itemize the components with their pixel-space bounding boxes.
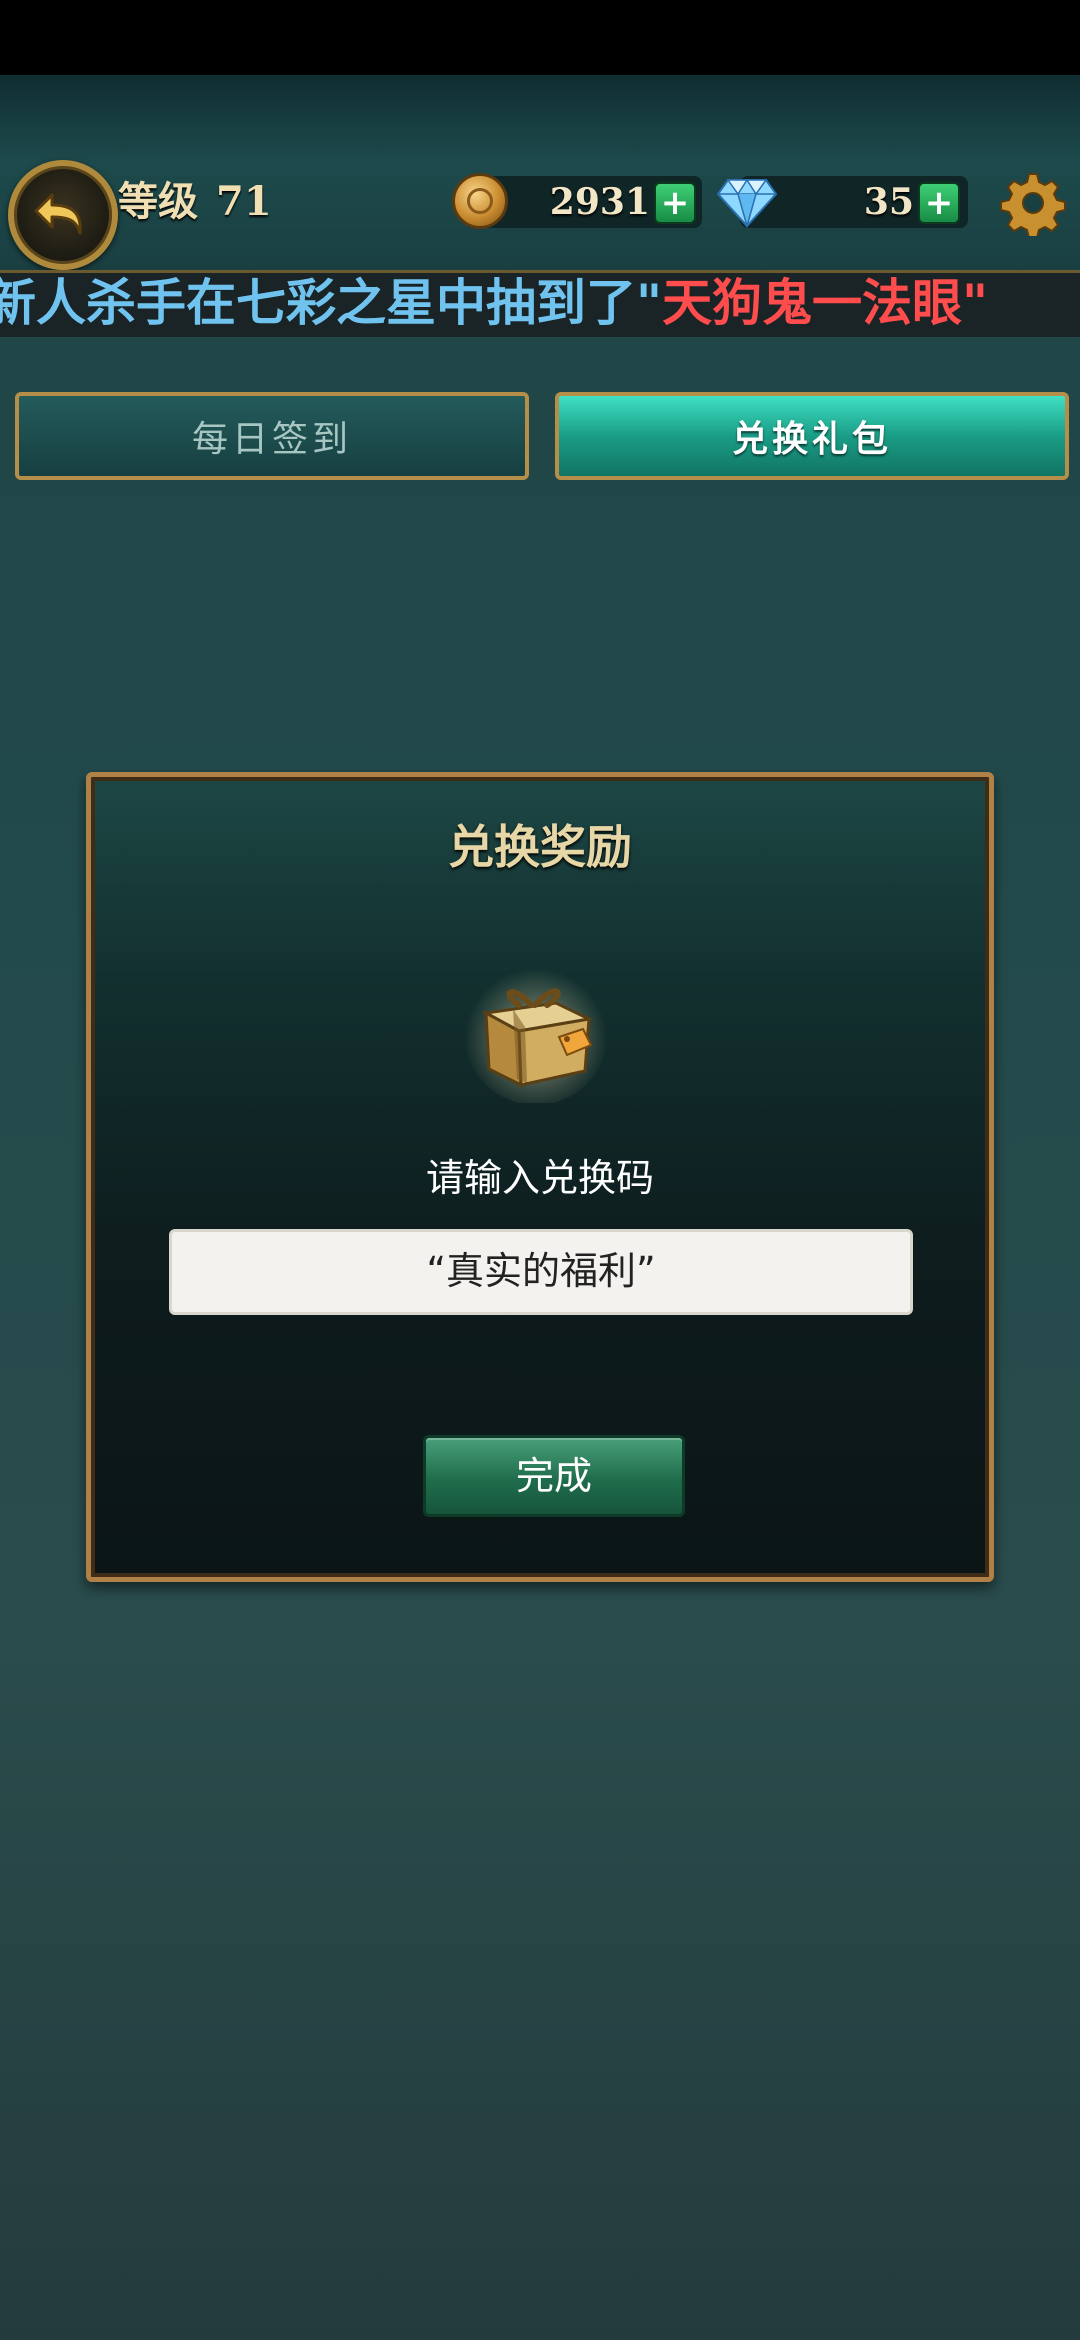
redeem-dialog: 兑换奖励 请输入兑换码 “真实的福利” 完成 [86, 772, 994, 1582]
marquee-highlight: 天狗鬼一法眼" [662, 274, 989, 332]
announcement-marquee: 新人杀手在七彩之星中抽到了"天狗鬼一法眼" [0, 270, 1080, 337]
back-button[interactable] [8, 160, 118, 270]
gear-icon[interactable] [1000, 170, 1066, 236]
level-value: 71 [216, 178, 272, 225]
tab-daily-checkin[interactable]: 每日签到 [15, 392, 529, 480]
redeem-prompt: 请输入兑换码 [425, 1156, 654, 1200]
redeem-code-input[interactable]: “真实的福利” [169, 1229, 913, 1315]
gift-box-icon [464, 961, 608, 1103]
level-label: 等级 [118, 178, 198, 225]
diamond-icon [716, 178, 778, 228]
dialog-title: 兑换奖励 [448, 820, 632, 874]
add-coins-button[interactable]: + [654, 182, 696, 224]
tab-redeem-gift[interactable]: 兑换礼包 [555, 392, 1069, 480]
coin-value: 2931 [549, 181, 650, 223]
coin-icon [452, 173, 508, 229]
status-bar [0, 0, 1080, 75]
add-gems-button[interactable]: + [918, 182, 960, 224]
done-button[interactable]: 完成 [423, 1435, 685, 1517]
marquee-text: 新人杀手在七彩之星中抽到了" [0, 274, 663, 332]
gem-value: 35 [863, 181, 914, 223]
level-display: 等级 71 [118, 172, 272, 232]
back-arrow-icon [34, 193, 82, 235]
